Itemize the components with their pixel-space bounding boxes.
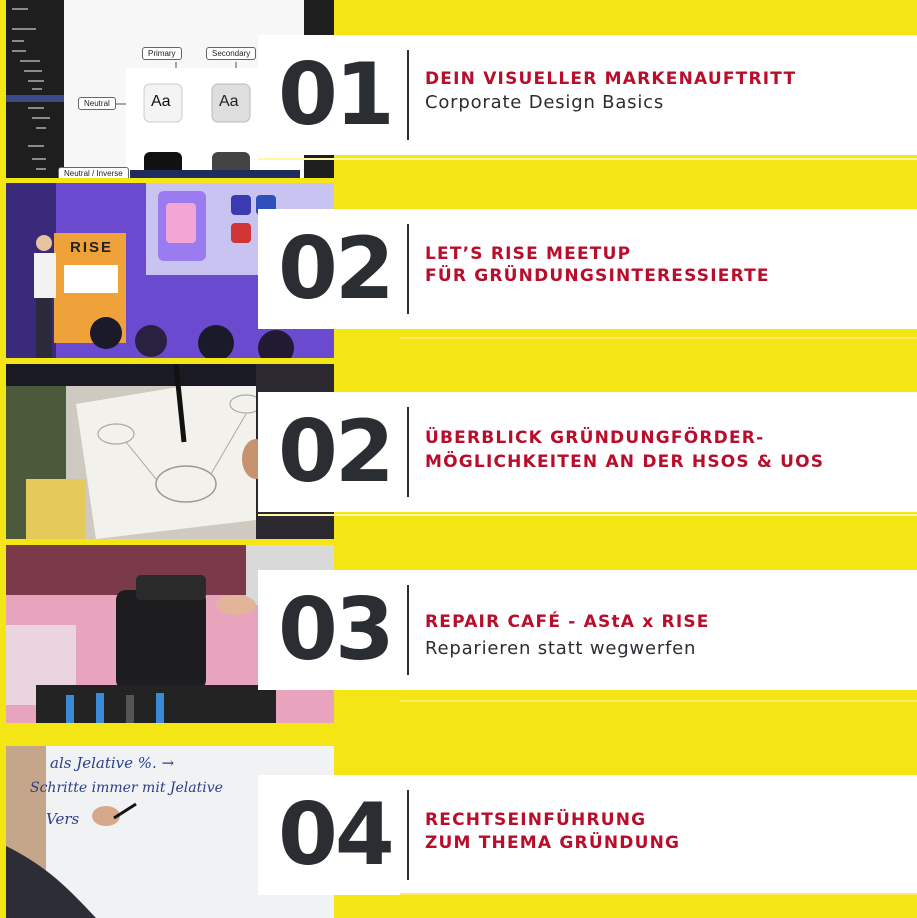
event-title: ÜBERBLICK GRÜNDUNGFÖRDER- — [425, 428, 765, 448]
event-title: DEIN VISUELLER MARKENAUFTRITT — [425, 69, 797, 89]
swatch-secondary-text: Aa — [219, 93, 239, 110]
event-number: 02 — [278, 219, 395, 319]
swatch-primary-text: Aa — [151, 93, 171, 110]
separator — [258, 514, 917, 516]
rise-sign: RISE — [70, 239, 114, 256]
divider — [407, 407, 409, 497]
divider — [407, 790, 409, 880]
event-subtitle: Corporate Design Basics — [425, 92, 665, 113]
event-title: RECHTSEINFÜHRUNG — [425, 810, 647, 830]
inverse-label: Neutral / Inverse — [58, 167, 129, 178]
event-title: LET’S RISE MEETUP — [425, 244, 632, 264]
divider — [407, 224, 409, 314]
primary-label: Primary — [142, 47, 182, 60]
divider — [407, 50, 409, 140]
event-card-4[interactable]: 03 REPAIR CAFÉ - AStA x RISE Reparieren … — [258, 570, 917, 690]
event-title-line-2: MÖGLICHKEITEN AN DER HSOS & UOS — [425, 452, 825, 472]
event-number: 01 — [278, 45, 395, 145]
event-subtitle: Reparieren statt wegwerfen — [425, 638, 697, 659]
event-title-line-2: ZUM THEMA GRÜNDUNG — [425, 833, 681, 853]
event-card-2[interactable]: 02 LET’S RISE MEETUP FÜR GRÜNDUNGSINTERE… — [258, 209, 917, 329]
secondary-label: Secondary — [206, 47, 257, 60]
event-card-5[interactable]: 04 RECHTSEINFÜHRUNG ZUM THEMA GRÜNDUNG — [258, 775, 917, 895]
whiteboard-line-3: Vers — [46, 810, 80, 828]
separator — [400, 893, 917, 895]
event-card-1[interactable]: 01 DEIN VISUELLER MARKENAUFTRITT Corpora… — [258, 35, 917, 155]
separator — [400, 700, 917, 702]
event-title-line-2: FÜR GRÜNDUNGSINTERESSIERTE — [425, 266, 770, 286]
event-card-3[interactable]: 02 ÜBERBLICK GRÜNDUNGFÖRDER- MÖGLICHKEIT… — [258, 392, 917, 512]
event-number: 03 — [278, 580, 395, 680]
neutral-label: Neutral — [78, 97, 116, 110]
separator — [400, 337, 917, 339]
separator — [258, 158, 917, 160]
event-title: REPAIR CAFÉ - AStA x RISE — [425, 612, 710, 632]
divider — [407, 585, 409, 675]
event-number: 02 — [278, 402, 395, 502]
whiteboard-line-1: als Jelative %. → — [50, 754, 175, 772]
event-number: 04 — [278, 785, 395, 885]
whiteboard-line-2: Schritte immer mit Jelative — [30, 780, 223, 796]
